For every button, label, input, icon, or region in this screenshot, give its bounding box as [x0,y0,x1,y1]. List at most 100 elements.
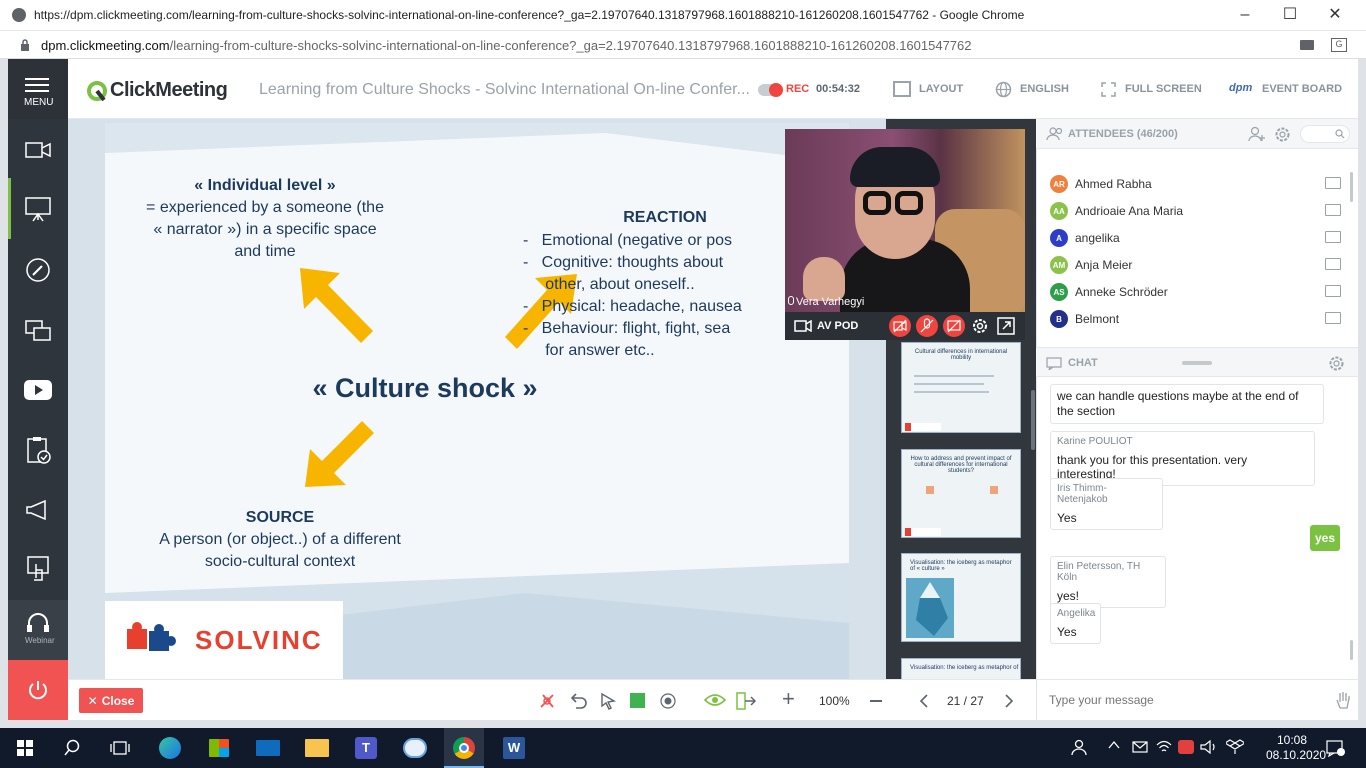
individual-line-3: and time [234,243,296,260]
attendee-row[interactable]: Aangelika [1050,227,1120,249]
menu-button[interactable]: MENU [8,59,68,119]
leave-button[interactable] [8,660,68,720]
event-board-button[interactable]: EVENT BOARD [1262,83,1342,95]
dpm-logo: dpm [1229,82,1253,94]
interaction-button[interactable] [8,540,68,600]
chat-scrollbar[interactable] [1350,640,1353,660]
chat-message-input[interactable] [1049,689,1319,711]
av-pod-label: AV POD [817,320,859,332]
brush-size-icon[interactable] [659,692,677,710]
attendee-search-input[interactable] [1300,125,1350,143]
presentation-tool-button[interactable] [8,179,68,239]
start-button[interactable] [5,732,45,764]
antivirus-icon[interactable] [1178,740,1194,754]
attendee-row[interactable]: AA Andrioaie Ana Maria [1050,200,1183,222]
reaction-item-2: - Cognitive: thoughts about [523,254,724,271]
maximize-button[interactable]: ☐ [1270,4,1310,26]
raise-hand-icon[interactable] [1335,690,1351,710]
network-icon[interactable] [1156,740,1172,754]
fullscreen-button[interactable]: FULL SCREEN [1125,83,1202,95]
dropbox-icon[interactable] [1226,739,1244,755]
person-tray-icon[interactable] [1070,738,1088,756]
camera-off-button[interactable] [889,315,911,337]
layout-icon[interactable] [893,81,911,97]
fullscreen-icon[interactable] [1101,82,1116,97]
reaction-item-5: - Behaviour: flight, fight, sea [523,320,731,337]
file-explorer-app[interactable] [297,732,337,764]
zoom-out-button[interactable] [870,700,882,702]
rec-dot-icon [769,83,783,97]
minimize-button[interactable]: – [1225,4,1265,26]
mail-tray-icon[interactable] [1132,741,1148,753]
speech-bubble-icon [403,738,427,758]
taskbar-clock[interactable]: 10:08 08.10.2020 [1266,733,1326,763]
camera-tool-button[interactable] [8,120,68,180]
rec-toggle[interactable] [758,83,783,97]
tray-chevron-up-icon[interactable] [1108,740,1120,750]
export-icon[interactable] [735,692,757,710]
draw-off-icon[interactable] [538,692,558,710]
word-app[interactable]: W [494,732,534,764]
survey-button[interactable] [8,420,68,480]
video-settings-icon[interactable] [971,317,989,335]
whiteboard-tool-button[interactable] [8,240,68,300]
task-view-button[interactable] [100,732,140,764]
panel-resize-handle[interactable] [1182,361,1212,365]
add-attendee-icon[interactable] [1248,126,1266,142]
search-taskbar-button[interactable] [52,732,92,764]
slide-thumbnail-3[interactable]: Visualisation: the iceberg as metaphor o… [901,553,1021,642]
color-picker[interactable] [630,693,645,708]
translate-icon[interactable]: G [1331,38,1347,52]
slide-thumbnail-2[interactable]: How to address and prevent impact of cul… [901,449,1021,538]
address-url[interactable]: dpm.clickmeeting.com/learning-from-cultu… [41,38,972,53]
visibility-icon[interactable] [704,693,726,707]
chat-settings-icon[interactable] [1328,355,1345,372]
store-icon [209,739,229,757]
volume-icon[interactable] [1200,740,1218,754]
youtube-button[interactable] [8,360,68,420]
presenter-video[interactable]: Vera Varhegyi [785,129,1025,312]
task-view-icon [110,741,130,755]
webinar-button[interactable]: Webinar [8,600,68,660]
own-chat-message: yes [1310,525,1340,551]
close-presentation-button[interactable]: ✕ Close [79,688,143,713]
prev-slide-button[interactable] [919,693,929,709]
notifications-icon[interactable] [1325,739,1345,757]
pointer-icon[interactable] [599,692,617,710]
attendee-name: Anja Meier [1075,258,1133,272]
attendee-row[interactable]: B Belmont [1050,308,1119,330]
slide-thumbnail-4[interactable]: Visualisation: the iceberg as metaphor o… [901,658,1021,679]
mic-off-button[interactable] [916,315,938,337]
attendees-scrollbar[interactable] [1350,172,1353,202]
screen-share-button[interactable] [8,301,68,361]
chrome-app[interactable] [444,728,484,768]
windows-logo-icon [17,740,33,756]
teams-app[interactable]: T [346,732,386,764]
globe-icon[interactable] [995,81,1012,98]
next-slide-button[interactable] [1004,693,1014,709]
screen-off-button[interactable] [943,315,965,337]
zoom-in-button[interactable]: + [782,688,795,710]
chat-app[interactable] [395,732,435,764]
undo-icon[interactable] [568,692,588,710]
thumbnails-scrollbar[interactable] [1031,390,1035,450]
layout-button[interactable]: LAYOUT [919,83,963,95]
expand-video-icon[interactable] [997,317,1015,335]
store-app[interactable] [199,732,239,764]
close-window-button[interactable]: ✕ [1315,4,1355,26]
address-path: /learning-from-culture-shocks-solvinc-in… [169,38,972,53]
camera-permission-icon[interactable] [1300,40,1314,50]
attendee-row[interactable]: AR Ahmed Rabha [1050,173,1152,195]
solvinc-logo-box: SOLVINC [105,601,343,679]
chat-message: Iris Thimm-Netenjakob Yes [1050,478,1163,530]
cta-button[interactable] [8,480,68,540]
slide-thumbnail-1[interactable]: Cultural differences in international mo… [901,342,1021,433]
address-bar[interactable]: dpm.clickmeeting.com/learning-from-cultu… [0,31,1366,59]
language-button[interactable]: ENGLISH [1020,83,1069,95]
attendee-row[interactable]: AM Anja Meier [1050,254,1132,276]
mail-icon [256,740,280,756]
mail-app[interactable] [248,732,288,764]
edge-app[interactable] [150,732,190,764]
attendees-settings-icon[interactable] [1274,126,1291,143]
attendee-row[interactable]: AS Anneke Schröder [1050,281,1168,303]
